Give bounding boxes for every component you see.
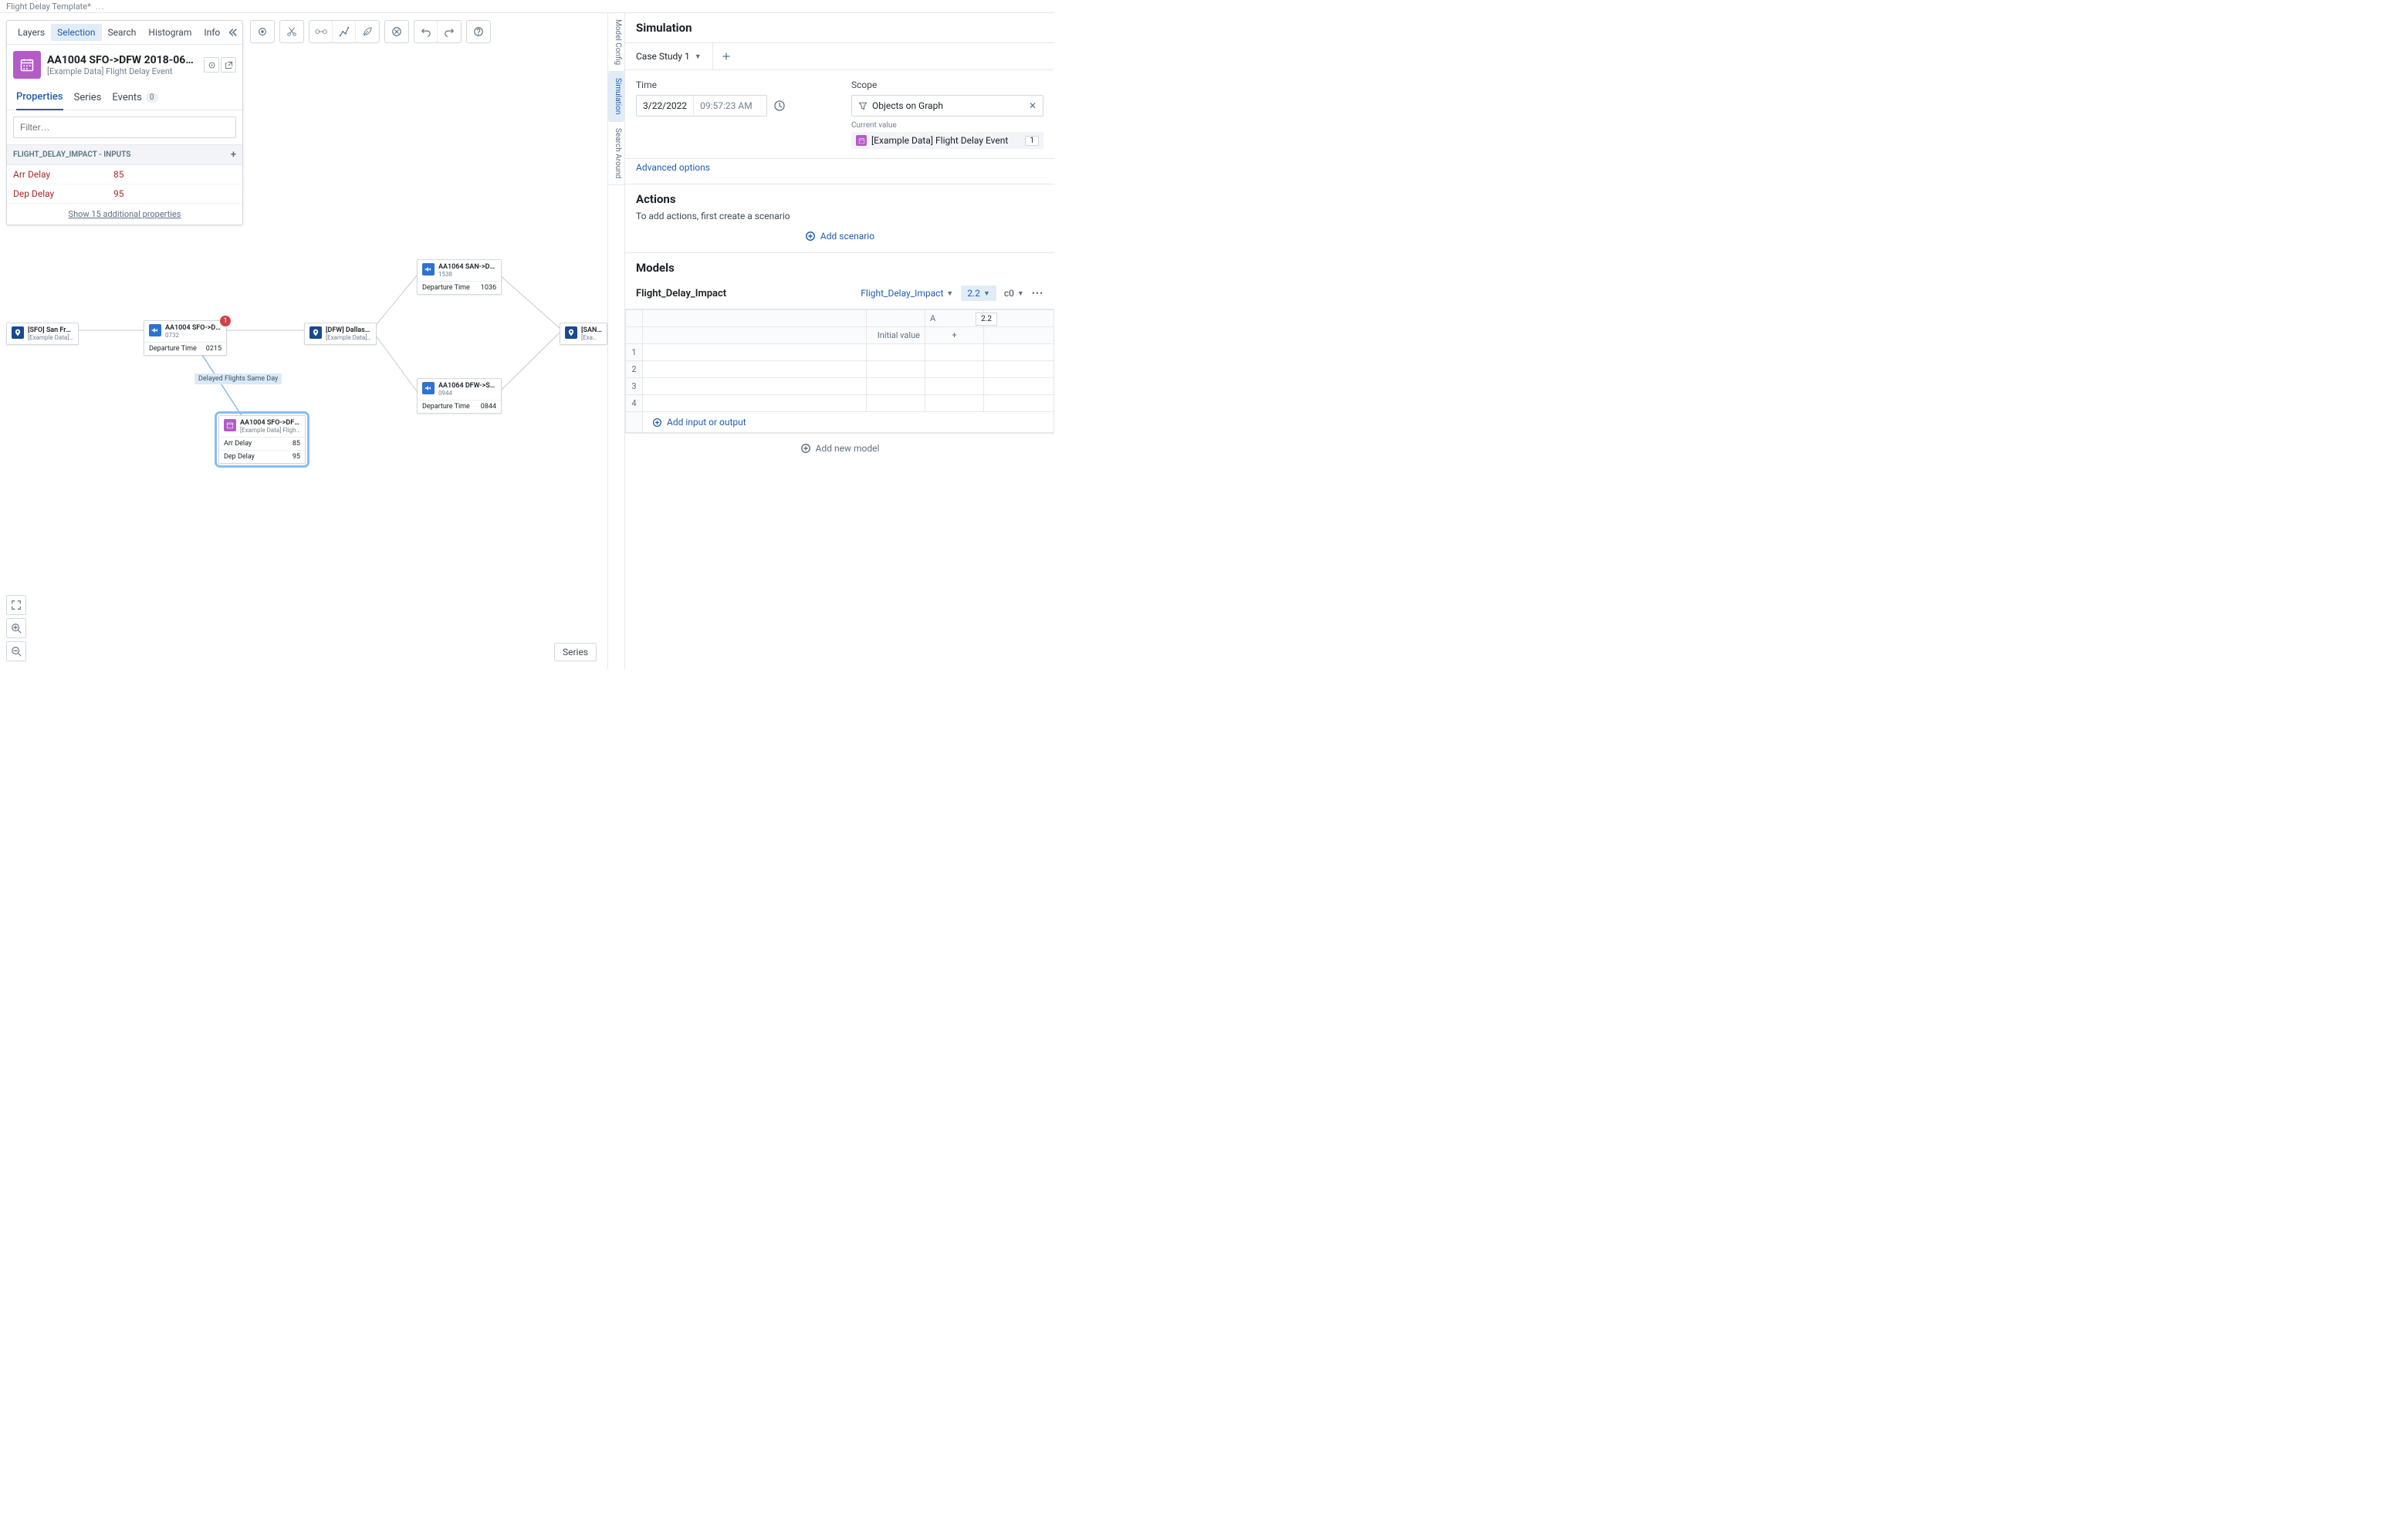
add-model-button[interactable]: Add new model bbox=[625, 434, 1054, 463]
col-header-initial[interactable]: Initial value bbox=[867, 327, 925, 344]
zoom-controls bbox=[6, 595, 26, 661]
event-type-icon bbox=[13, 51, 41, 79]
add-column-button[interactable]: + bbox=[925, 327, 984, 344]
scope-selector[interactable]: Objects on Graph ✕ bbox=[851, 95, 1043, 117]
row-header[interactable]: 4 bbox=[626, 395, 643, 412]
time-label: Time bbox=[636, 79, 828, 90]
pin-icon bbox=[309, 326, 322, 339]
node-airport-dfw[interactable]: [DFW] Dallas/Fort W… [Example Data] Airp… bbox=[304, 323, 377, 345]
row-header[interactable]: 3 bbox=[626, 378, 643, 395]
actions-heading: Actions bbox=[625, 184, 1054, 209]
rail-search-around[interactable]: Search Around bbox=[608, 122, 624, 185]
tab-layers[interactable]: Layers bbox=[12, 24, 51, 41]
property-row[interactable]: Dep Delay 95 bbox=[7, 184, 242, 204]
calendar-icon bbox=[856, 135, 867, 146]
add-case-button[interactable] bbox=[713, 43, 739, 69]
clock-icon[interactable] bbox=[773, 100, 786, 112]
model-sheet[interactable]: A Initial value + 1 2 3 4 bbox=[625, 309, 1054, 434]
pin-icon bbox=[12, 326, 24, 339]
properties-filter-input[interactable] bbox=[13, 117, 236, 138]
tab-histogram[interactable]: Histogram bbox=[142, 24, 198, 41]
calendar-icon bbox=[224, 419, 236, 431]
advanced-options-link[interactable]: Advanced options bbox=[625, 159, 1054, 184]
add-property-icon[interactable]: + bbox=[231, 149, 236, 161]
node-event-selected[interactable]: AA1004 SFO->DFW 2018… [Example Data] Fli… bbox=[218, 415, 306, 464]
model-name: Flight_Delay_Impact bbox=[636, 288, 726, 299]
selected-object-type: [Example Data] Flight Delay Event bbox=[47, 66, 198, 76]
rail-model-config[interactable]: Model Config bbox=[608, 13, 624, 72]
property-row[interactable]: Arr Delay 85 bbox=[7, 165, 242, 184]
simulation-panel: Simulation Case Study 1 ▼ Time 3/22/2022… bbox=[624, 13, 1054, 669]
page-title: Flight Delay Template* bbox=[6, 2, 91, 12]
rail-simulation[interactable]: Simulation bbox=[608, 72, 624, 121]
clear-scope-icon[interactable]: ✕ bbox=[1029, 100, 1037, 111]
flight-icon bbox=[149, 324, 161, 336]
node-flight-aa1004[interactable]: 1 AA1004 SFO->DFW 2018… 0732 Departure T… bbox=[144, 320, 227, 356]
add-input-output-button[interactable]: Add input or output bbox=[648, 412, 1049, 432]
case-study-tab[interactable]: Case Study 1 ▼ bbox=[625, 43, 713, 69]
redo-icon[interactable] bbox=[438, 21, 461, 42]
col-header-a[interactable]: A bbox=[925, 310, 984, 327]
node-airport-san[interactable]: [SAN] San Diego In… [Example Data] Airpo… bbox=[560, 323, 607, 345]
property-group-header[interactable]: FLIGHT_DELAY_IMPACT - INPUTS + bbox=[7, 144, 242, 165]
model-version-dropdown[interactable]: 2.2▼ bbox=[961, 286, 996, 301]
undo-icon[interactable] bbox=[414, 21, 438, 42]
flight-icon bbox=[422, 382, 435, 394]
selection-panel: Layers Selection Search Histogram Info A… bbox=[6, 20, 243, 225]
row-header[interactable]: 2 bbox=[626, 361, 643, 378]
model-dropdown-impact[interactable]: Flight_Delay_Impact▼ bbox=[861, 288, 953, 299]
link-icon[interactable] bbox=[309, 21, 333, 42]
graph-canvas[interactable]: Layers Selection Search Histogram Info A… bbox=[0, 13, 607, 669]
help-icon[interactable] bbox=[467, 21, 490, 42]
collapse-panel-icon[interactable] bbox=[226, 25, 238, 40]
scope-current-label: Current value bbox=[851, 121, 1043, 130]
pin-icon bbox=[565, 326, 577, 339]
subtab-properties[interactable]: Properties bbox=[16, 85, 63, 110]
filter-icon bbox=[858, 101, 867, 110]
clear-icon[interactable] bbox=[385, 21, 408, 42]
chevron-down-icon[interactable]: ▼ bbox=[695, 52, 702, 61]
zoom-out-icon[interactable] bbox=[6, 641, 26, 661]
node-flight-aa1064-sandfw[interactable]: AA1064 SAN->DFW 2018… 1538 Departure Tim… bbox=[417, 259, 502, 295]
fit-screen-icon[interactable] bbox=[6, 595, 26, 615]
series-toggle[interactable]: Series bbox=[554, 643, 597, 661]
edge-label[interactable]: Delayed Flights Same Day bbox=[194, 374, 282, 384]
add-scenario-button[interactable]: Add scenario bbox=[625, 229, 1054, 253]
version-tooltip: 2.2 bbox=[976, 313, 997, 326]
actions-help-text: To add actions, first create a scenario bbox=[625, 209, 1054, 229]
zoom-in-icon[interactable] bbox=[6, 618, 26, 638]
breadcrumb-more[interactable]: ... bbox=[96, 2, 105, 12]
notification-badge: 1 bbox=[220, 316, 231, 326]
open-object-button[interactable] bbox=[221, 57, 236, 73]
selected-object-title: AA1004 SFO->DFW 2018-06-09… bbox=[47, 54, 198, 66]
scope-label: Scope bbox=[851, 79, 1043, 90]
scope-count: 1 bbox=[1025, 136, 1039, 146]
node-airport-sfo[interactable]: [SFO] San Francisco … [Example Data] Air… bbox=[6, 323, 79, 345]
model-more-icon[interactable]: ••• bbox=[1032, 288, 1043, 299]
tab-search[interactable]: Search bbox=[102, 24, 143, 41]
subtab-events[interactable]: Events 0 bbox=[112, 86, 157, 110]
tab-info[interactable]: Info bbox=[198, 24, 226, 41]
path-icon[interactable] bbox=[333, 21, 356, 42]
leaf-icon[interactable] bbox=[356, 21, 379, 42]
side-rail: Model Config Simulation Search Around bbox=[607, 13, 624, 669]
node-flight-aa1064-dfwsan[interactable]: AA1064 DFW->SAN 2018… 0944 Departure Tim… bbox=[417, 378, 502, 414]
model-column-dropdown[interactable]: c0▼ bbox=[1004, 288, 1024, 299]
models-heading: Models bbox=[625, 253, 1054, 278]
record-icon[interactable] bbox=[251, 21, 274, 42]
simulation-heading: Simulation bbox=[625, 13, 1054, 43]
events-count-badge: 0 bbox=[146, 93, 158, 103]
cut-icon[interactable] bbox=[280, 21, 303, 42]
focus-object-button[interactable] bbox=[204, 57, 219, 73]
row-header[interactable]: 1 bbox=[626, 344, 643, 361]
scope-current-value[interactable]: [Example Data] Flight Delay Event 1 bbox=[851, 132, 1043, 149]
tab-selection[interactable]: Selection bbox=[51, 24, 101, 41]
canvas-toolbar bbox=[250, 20, 491, 43]
show-more-properties[interactable]: Show 15 additional properties bbox=[7, 204, 242, 225]
subtab-series[interactable]: Series bbox=[74, 86, 102, 110]
flight-icon bbox=[422, 263, 435, 276]
time-input[interactable]: 3/22/2022 09:57:23 AM bbox=[636, 95, 767, 117]
